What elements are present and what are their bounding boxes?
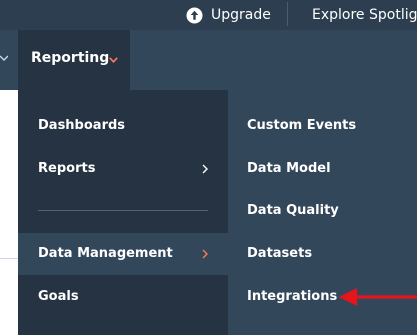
submenu-item-label: Data Model <box>247 161 331 176</box>
annotation-arrow-icon <box>339 288 417 306</box>
nav-item-reporting[interactable]: Reporting <box>18 30 130 90</box>
chevron-right-icon <box>202 164 208 174</box>
upgrade-label: Upgrade <box>211 7 271 23</box>
top-bar: Upgrade Explore Spotlight <box>0 0 417 30</box>
menu-item-label: Dashboards <box>38 118 126 133</box>
menu-item-goals[interactable]: Goals <box>18 276 228 318</box>
submenu-item-data-model[interactable]: Data Model <box>228 148 417 190</box>
reporting-dropdown: Dashboards Reports Data Management Goals <box>18 90 228 335</box>
submenu-item-label: Data Quality <box>247 203 339 218</box>
chevron-right-icon <box>202 249 208 259</box>
explore-spotlight-link[interactable]: Explore Spotlight <box>312 4 417 26</box>
menu-divider <box>38 210 208 211</box>
submenu-item-data-quality[interactable]: Data Quality <box>228 190 417 232</box>
menu-item-data-management[interactable]: Data Management <box>18 233 228 275</box>
menu-item-label: Reports <box>38 161 96 176</box>
submenu-item-datasets[interactable]: Datasets <box>228 233 417 275</box>
main-nav: Reporting <box>0 30 417 90</box>
menu-item-reports[interactable]: Reports <box>18 148 228 190</box>
upgrade-link[interactable]: Upgrade <box>186 4 271 26</box>
menu-item-label: Goals <box>38 289 79 304</box>
page-background <box>0 90 18 335</box>
submenu-item-label: Datasets <box>247 246 313 261</box>
topbar-divider <box>287 2 288 26</box>
divider <box>0 258 18 259</box>
nav-item-label: Reporting <box>31 50 110 66</box>
submenu-item-label: Integrations <box>247 289 338 304</box>
chevron-down-icon[interactable] <box>0 54 8 64</box>
menu-item-label: Data Management <box>38 246 173 261</box>
arrow-up-circle-icon <box>186 6 203 24</box>
submenu-item-custom-events[interactable]: Custom Events <box>228 105 417 147</box>
submenu-item-label: Custom Events <box>247 118 357 133</box>
menu-item-dashboards[interactable]: Dashboards <box>18 105 228 147</box>
chevron-down-icon <box>109 57 118 63</box>
